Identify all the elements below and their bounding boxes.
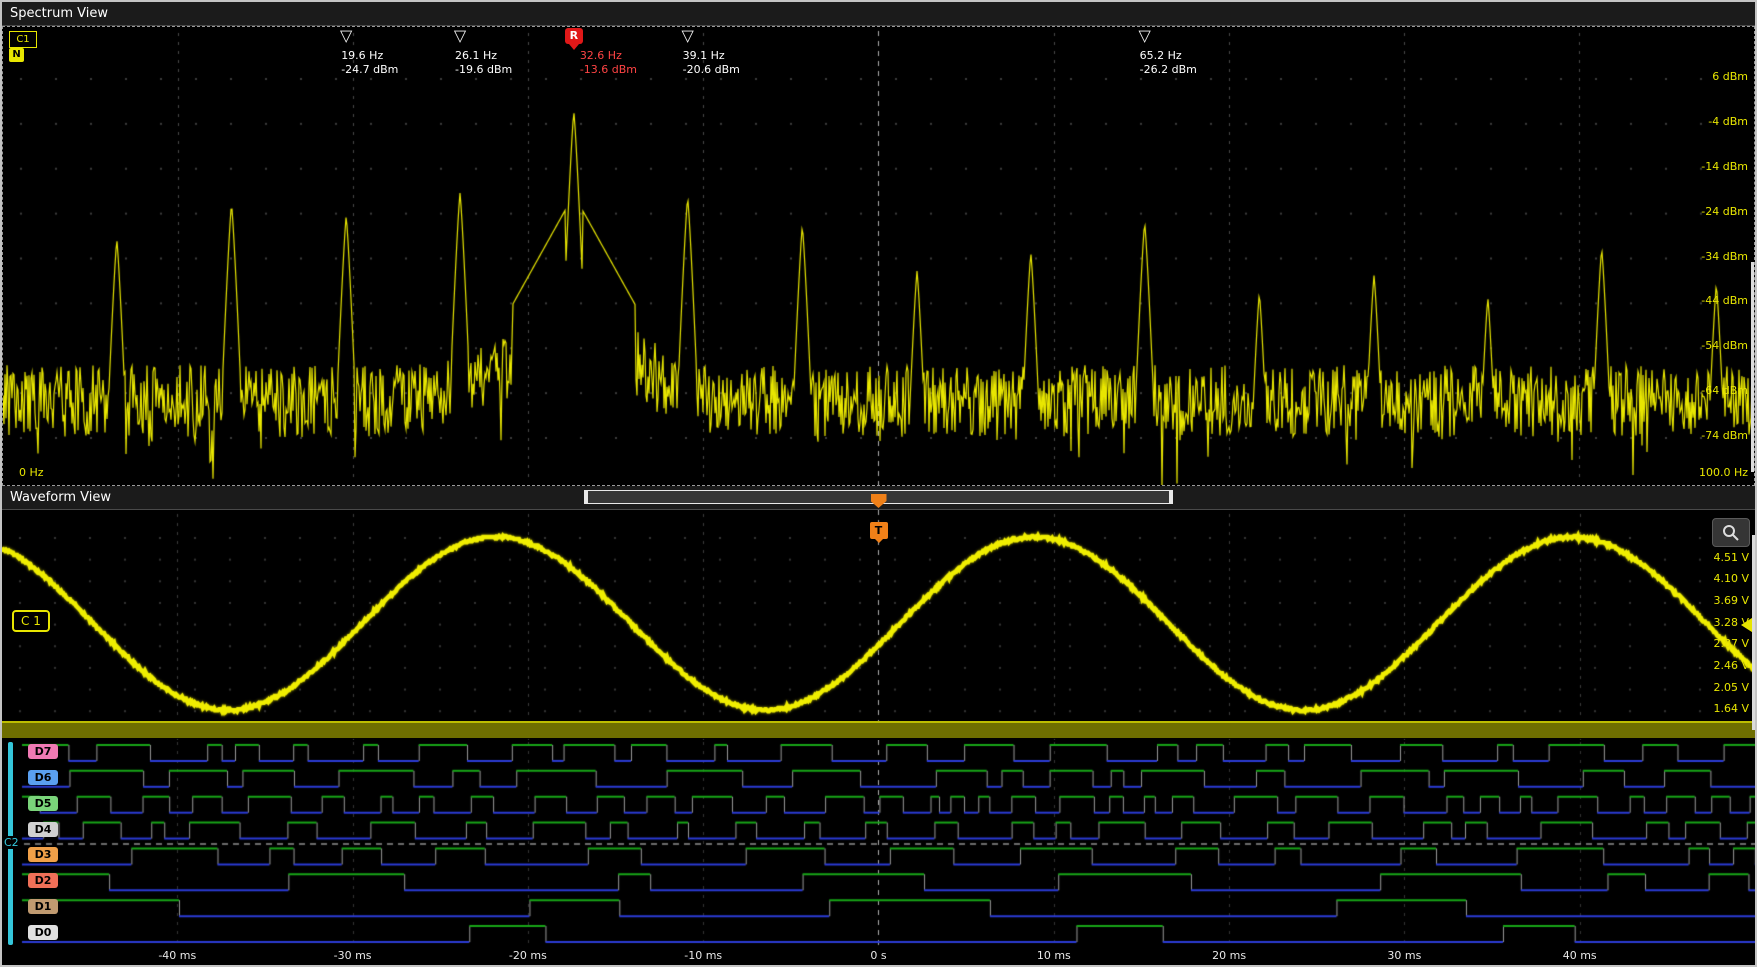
marker-label: 32.6 Hz-13.6 dBm <box>580 49 637 78</box>
digital-channels-area[interactable]: C2 D7 D6 D5 D4 D3 D2 D1 D0 <box>2 740 1755 947</box>
trigger-badge[interactable]: T <box>870 522 888 539</box>
y-axis-label: 4.51 V <box>1713 551 1749 564</box>
waveform-scrollbar[interactable] <box>1752 535 1755 730</box>
y-axis-label: 2.46 V <box>1713 659 1749 672</box>
y-axis-label: -14 dBm <box>1701 160 1748 173</box>
y-axis-label: -54 dBm <box>1701 339 1748 352</box>
marker-label: 39.1 Hz-20.6 dBm <box>683 49 740 78</box>
spectrum-canvas[interactable] <box>3 27 1754 485</box>
y-axis-label: 4.10 V <box>1713 572 1749 585</box>
time-axis-label: -20 ms <box>509 949 547 962</box>
y-axis-label: -34 dBm <box>1701 250 1748 263</box>
marker-label: 65.2 Hz-26.2 dBm <box>1140 49 1197 78</box>
channel-flag-n[interactable]: N <box>9 48 24 62</box>
marker-triangle-icon[interactable]: ▽ <box>454 28 466 44</box>
freq-end-label: 100.0 Hz <box>1699 466 1748 479</box>
digital-channel-badge-d3[interactable]: D3 <box>28 847 58 862</box>
time-axis-label: -10 ms <box>684 949 722 962</box>
marker-freq-label: 19.6 Hz <box>341 49 398 63</box>
digital-channel-badge-d2[interactable]: D2 <box>28 873 58 888</box>
analog-waveform-area[interactable]: T C 1 4.92 V4.51 V4.10 V3.69 V3.28 V2.87… <box>2 510 1755 740</box>
y-axis-label: -44 dBm <box>1701 294 1748 307</box>
trigger-position-icon[interactable] <box>871 494 887 508</box>
marker-level-label: -24.7 dBm <box>341 63 398 77</box>
marker-level-label: -13.6 dBm <box>580 63 637 77</box>
y-axis-label: -74 dBm <box>1701 429 1748 442</box>
time-axis-label: 30 ms <box>1387 949 1421 962</box>
marker-label: 26.1 Hz-19.6 dBm <box>455 49 512 78</box>
spectrum-view-title: Spectrum View <box>10 6 108 21</box>
digital-channel-badge-d6[interactable]: D6 <box>28 770 58 785</box>
time-axis-label: 20 ms <box>1212 949 1246 962</box>
reference-marker-tail <box>569 44 579 55</box>
spectrum-view-header[interactable]: Spectrum View <box>2 2 1755 26</box>
reference-marker-pin[interactable]: R <box>565 28 583 44</box>
time-axis-label: -40 ms <box>158 949 196 962</box>
oscilloscope-window: Spectrum View C1 N ▽ 19.6 Hz-24.7 dBm ▽ 26.… <box>0 0 1757 967</box>
digital-channel-badge-d0[interactable]: D0 <box>28 925 58 940</box>
y-axis-label: 6 dBm <box>1712 70 1748 83</box>
y-axis-label: 1.64 V <box>1713 702 1749 715</box>
marker-triangle-icon[interactable]: ▽ <box>1138 28 1150 44</box>
digital-channel-badge-d1[interactable]: D1 <box>28 899 58 914</box>
digital-canvas[interactable] <box>2 740 1755 947</box>
time-axis-label: 0 s <box>870 949 886 962</box>
marker-freq-label: 65.2 Hz <box>1140 49 1197 63</box>
magnifier-glyph <box>1721 523 1741 543</box>
waveform-view-header[interactable]: Waveform View <box>2 486 1755 510</box>
marker-level-label: -26.2 dBm <box>1140 63 1197 77</box>
time-axis-label: 10 ms <box>1037 949 1071 962</box>
marker-level-label: -20.6 dBm <box>683 63 740 77</box>
digital-channel-badge-d7[interactable]: D7 <box>28 744 58 759</box>
spectrum-plot[interactable]: C1 N ▽ 19.6 Hz-24.7 dBm ▽ 26.1 Hz-19.6 dBm R… <box>2 26 1755 486</box>
time-axis-label: 40 ms <box>1563 949 1597 962</box>
marker-freq-label: 26.1 Hz <box>455 49 512 63</box>
marker-triangle-icon[interactable]: ▽ <box>681 28 693 44</box>
channel-badge-c1-waveform[interactable]: C 1 <box>12 610 50 632</box>
marker-label: 19.6 Hz-24.7 dBm <box>341 49 398 78</box>
time-axis: -40 ms -30 ms -20 ms -10 ms 0 s 10 ms 20 ms 30 … <box>2 947 1755 965</box>
marker-freq-label: 39.1 Hz <box>683 49 740 63</box>
channel-badge-c1[interactable]: C1 <box>9 31 37 48</box>
waveform-view-title: Waveform View <box>10 490 111 505</box>
y-axis-label: 2.05 V <box>1713 681 1749 694</box>
y-axis-label: -64 dBm <box>1701 384 1748 397</box>
freq-start-label: 0 Hz <box>19 466 44 479</box>
digital-channel-badge-d5[interactable]: D5 <box>28 796 58 811</box>
digital-channel-badge-d4[interactable]: D4 <box>28 822 58 837</box>
y-axis-label: 3.69 V <box>1713 594 1749 607</box>
marker-level-label: -19.6 dBm <box>455 63 512 77</box>
magnifier-icon[interactable] <box>1712 518 1750 547</box>
y-axis-label: -24 dBm <box>1701 205 1748 218</box>
time-axis-label: -30 ms <box>334 949 372 962</box>
marker-freq-label: 32.6 Hz <box>580 49 637 63</box>
spectrum-scrollbar[interactable] <box>1751 262 1754 472</box>
y-axis-label: 2.87 V <box>1713 637 1749 650</box>
c2-group-label[interactable]: C2 <box>2 836 21 849</box>
y-axis-label: -4 dBm <box>1708 115 1748 128</box>
overview-band <box>2 721 1755 738</box>
marker-triangle-icon[interactable]: ▽ <box>340 28 352 44</box>
